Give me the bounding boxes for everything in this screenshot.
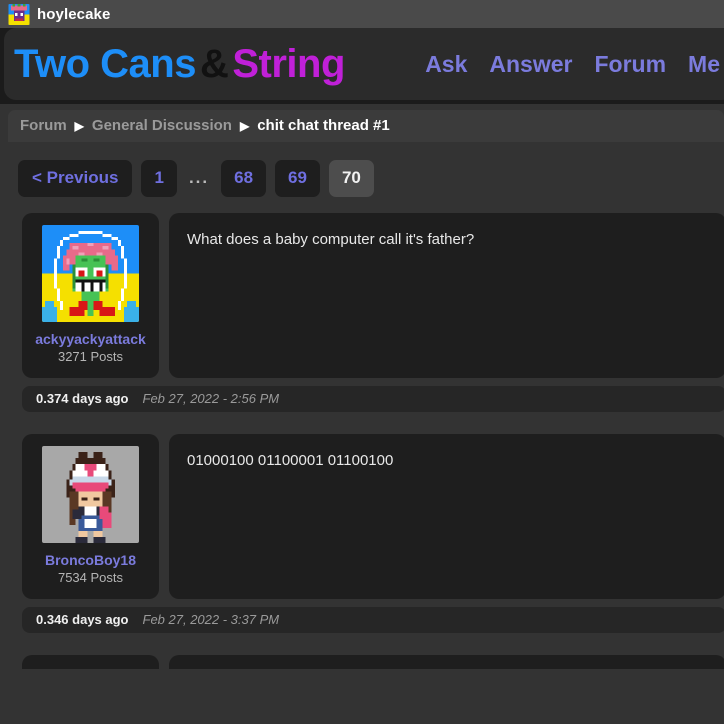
- post-absolute-time: Feb 27, 2022 - 3:37 PM: [142, 612, 280, 628]
- nav-link-answer[interactable]: Answer: [489, 51, 572, 78]
- topbar: hoylecake: [0, 0, 724, 28]
- post-partial: [8, 654, 724, 669]
- post-user-card: BroncoBoy18 7534 Posts: [22, 433, 159, 599]
- post-username[interactable]: BroncoBoy18: [45, 552, 136, 569]
- post-meta: 0.346 days ago Feb 27, 2022 - 3:37 PM: [22, 606, 724, 633]
- logo-text-ampersand: &: [199, 42, 229, 86]
- nav-link-me[interactable]: Me: [688, 51, 720, 78]
- post-content: What does a baby computer call it's fath…: [169, 212, 724, 378]
- site-header: Two Cans & String Ask Answer Forum Me: [0, 28, 724, 104]
- site-logo[interactable]: Two Cans & String: [14, 44, 345, 84]
- thread-body: < Previous 1 ... 68 69 70 ackyyackyattac…: [0, 142, 724, 669]
- post-content: 01000100 01100001 01100100: [169, 433, 724, 599]
- post: BroncoBoy18 7534 Posts 01000100 01100001…: [8, 433, 724, 633]
- breadcrumb-item-current-thread: chit chat thread #1: [257, 117, 390, 134]
- chevron-right-icon: ▶: [239, 118, 250, 133]
- pagination: < Previous 1 ... 68 69 70: [8, 142, 716, 213]
- chevron-right-icon: ▶: [74, 118, 84, 133]
- pagination-ellipsis: ...: [188, 168, 210, 188]
- post-meta: 0.374 days ago Feb 27, 2022 - 2:56 PM: [22, 385, 724, 412]
- pagination-page-69[interactable]: 69: [275, 160, 320, 197]
- header-inner: Two Cans & String Ask Answer Forum Me: [4, 28, 724, 100]
- post-user-card: ackyyackyattack 3271 Posts: [22, 212, 159, 378]
- breadcrumb-wrapper: Forum ▶ General Discussion ▶ chit chat t…: [0, 104, 724, 142]
- main-nav: Ask Answer Forum Me: [425, 51, 720, 78]
- logo-text-primary: Two Cans: [14, 42, 196, 86]
- post-absolute-time: Feb 27, 2022 - 2:56 PM: [142, 391, 280, 407]
- nav-link-ask[interactable]: Ask: [425, 51, 467, 78]
- nav-link-forum[interactable]: Forum: [594, 51, 666, 78]
- pagination-page-70-active[interactable]: 70: [328, 160, 374, 197]
- post-main: ackyyackyattack 3271 Posts What does a b…: [8, 212, 724, 378]
- post: ackyyackyattack 3271 Posts What does a b…: [8, 212, 724, 412]
- post-content: [169, 654, 724, 669]
- post-relative-time: 0.346 days ago: [36, 612, 129, 628]
- post-count: 3271 Posts: [57, 349, 124, 365]
- breadcrumb: Forum ▶ General Discussion ▶ chit chat t…: [8, 110, 724, 142]
- pagination-page-1[interactable]: 1: [141, 160, 177, 197]
- post-username[interactable]: ackyyackyattack: [35, 331, 146, 348]
- pagination-previous-button[interactable]: < Previous: [18, 160, 133, 197]
- breadcrumb-item-forum[interactable]: Forum: [20, 117, 67, 134]
- pagination-page-68[interactable]: 68: [221, 160, 267, 197]
- logo-text-secondary: String: [232, 42, 345, 86]
- post-count: 7534 Posts: [57, 570, 124, 586]
- avatar-trainer-sprite[interactable]: [42, 445, 139, 543]
- post-main: BroncoBoy18 7534 Posts 01000100 01100001…: [8, 433, 724, 599]
- breadcrumb-item-general-discussion[interactable]: General Discussion: [92, 117, 232, 134]
- post-relative-time: 0.374 days ago: [36, 391, 129, 407]
- post-user-card: [22, 654, 159, 669]
- pixel-avatar-icon[interactable]: [8, 3, 30, 25]
- topbar-username[interactable]: hoylecake: [37, 6, 110, 23]
- post-main: [8, 654, 724, 669]
- avatar-zombie-clown[interactable]: [42, 224, 139, 322]
